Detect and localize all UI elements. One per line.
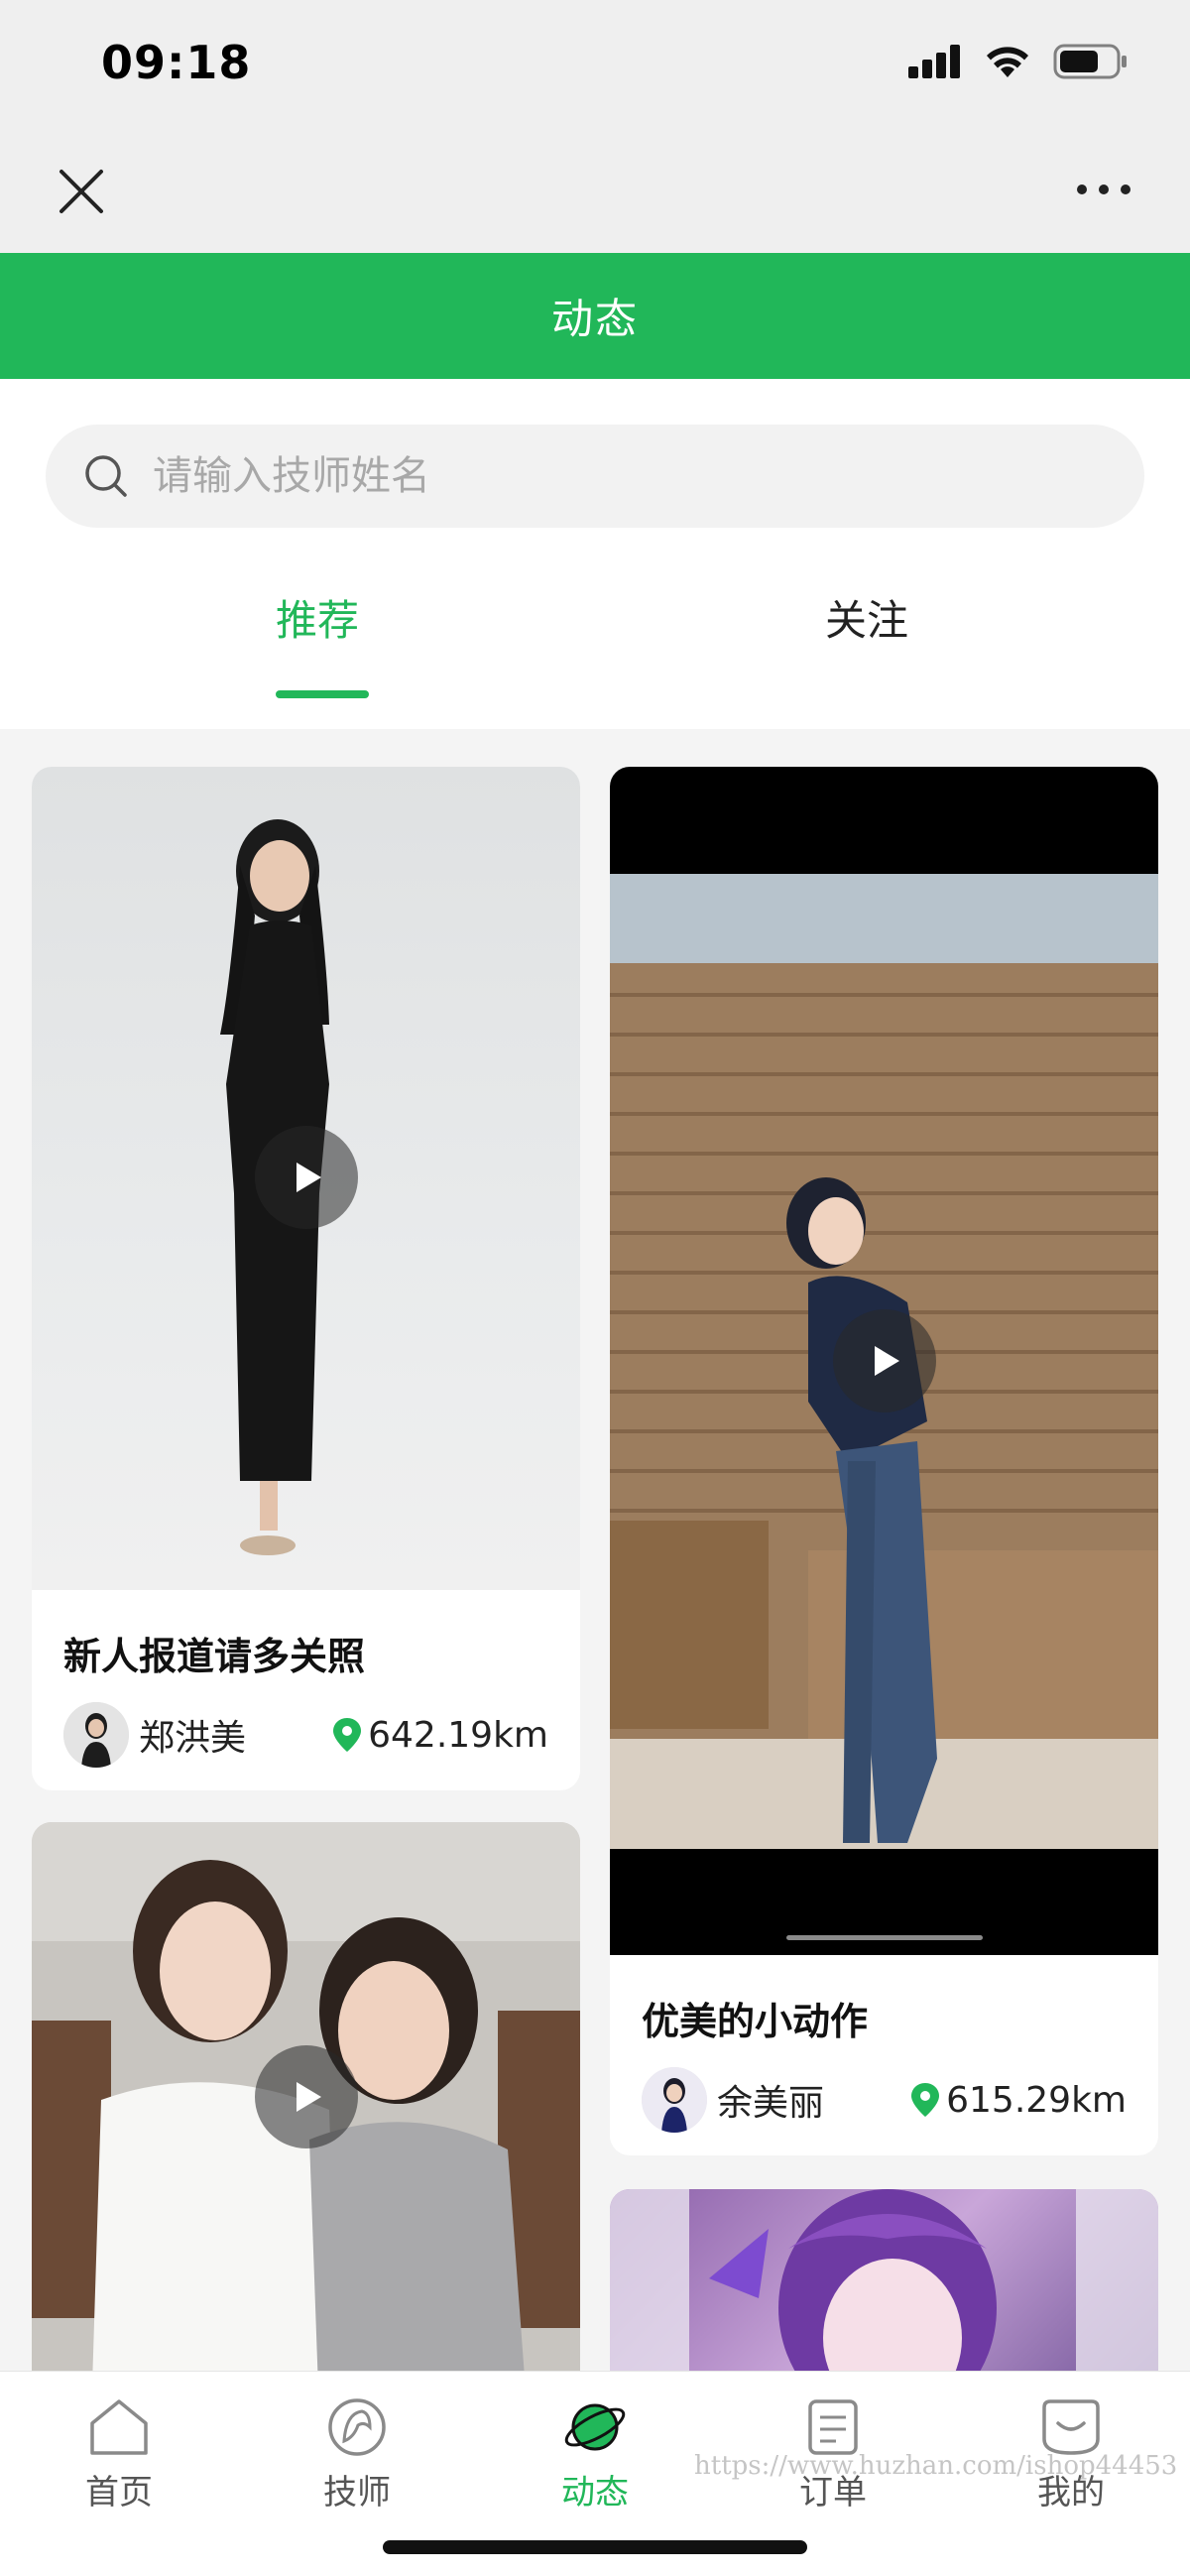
play-icon (297, 1163, 321, 1192)
post-title: 新人报道请多关照 (63, 1635, 366, 1678)
watermark: https://www.huzhan.com/ishop44453 (694, 2451, 1178, 2481)
feed-tabs: 推荐 关注 (0, 587, 1190, 696)
avatar (642, 2067, 707, 2133)
post-meta: 郑洪美 642.19km (63, 1702, 548, 1768)
post-card[interactable]: 新人报道请多关照 郑洪美 642.19km (32, 767, 580, 1790)
battery-icon (1053, 44, 1127, 79)
tab-following[interactable]: 关注 (825, 587, 908, 648)
post-card[interactable] (610, 2189, 1158, 2371)
post-card[interactable]: 优美的小动作 余美丽 615.29km (610, 767, 1158, 2155)
location-pin-icon (333, 1718, 362, 1752)
nav-item-moments[interactable]: 动态 (516, 2397, 674, 2514)
search-section: 推荐 关注 (0, 379, 1190, 729)
author-name: 余美丽 (717, 2083, 825, 2124)
play-button[interactable] (833, 1309, 936, 1412)
home-indicator[interactable] (383, 2540, 807, 2554)
mini-program-nav-bar (0, 129, 1190, 253)
technician-icon (328, 2398, 386, 2456)
post-distance: 642.19km (332, 1715, 548, 1756)
post-author[interactable]: 余美丽 (642, 2067, 824, 2133)
planet-icon (564, 2403, 626, 2451)
search-icon (85, 455, 127, 497)
post-author[interactable]: 郑洪美 (63, 1702, 246, 1768)
location-pin-icon (911, 2083, 940, 2117)
nav-item-technician[interactable]: 技师 (278, 2397, 436, 2514)
play-icon (297, 2082, 321, 2112)
cellular-signal-icon (908, 45, 960, 78)
play-icon (875, 1346, 899, 1376)
page-title: 动态 (550, 295, 639, 343)
profile-icon (1042, 2399, 1100, 2455)
nav-label: 技师 (323, 2473, 391, 2513)
post-card[interactable] (32, 1822, 580, 2371)
bottom-tab-bar: 首页 技师 动态 订单 我的 https://www.huzhan.com/is… (0, 2371, 1190, 2576)
play-button[interactable] (255, 1126, 358, 1229)
post-video-thumbnail[interactable] (32, 767, 580, 1590)
status-bar: 09:18 (0, 0, 1190, 129)
order-icon (808, 2399, 858, 2455)
post-title: 优美的小动作 (642, 2000, 869, 2043)
post-image[interactable] (610, 2189, 1158, 2371)
author-name: 郑洪美 (139, 1718, 247, 1759)
wifi-icon (987, 47, 1028, 77)
nav-item-home[interactable]: 首页 (40, 2397, 198, 2514)
play-button[interactable] (255, 2045, 358, 2148)
search-input[interactable] (153, 453, 1045, 499)
close-button[interactable] (52, 162, 111, 221)
distance-value: 615.29km (946, 2079, 1127, 2121)
post-feed: 新人报道请多关照 郑洪美 642.19km 优美的小动作 余美丽 615.29k… (0, 729, 1190, 2371)
status-time: 09:18 (101, 36, 252, 89)
more-options-icon[interactable] (1077, 184, 1130, 194)
search-box[interactable] (46, 425, 1144, 528)
page-header: 动态 (0, 253, 1190, 379)
nav-label: 动态 (561, 2473, 629, 2513)
nav-label: 首页 (85, 2473, 153, 2513)
home-icon (90, 2399, 148, 2455)
status-icons (908, 44, 1129, 79)
anime-character-illustration (610, 2189, 1158, 2371)
post-distance: 615.29km (910, 2080, 1127, 2121)
video-progress-bar[interactable] (786, 1935, 983, 1940)
avatar (63, 1702, 129, 1768)
post-video-thumbnail[interactable] (32, 1822, 580, 2371)
distance-value: 642.19km (368, 1714, 548, 1756)
tab-recommended[interactable]: 推荐 (276, 587, 359, 648)
active-tab-indicator (276, 690, 369, 698)
post-meta: 余美丽 615.29km (642, 2067, 1127, 2133)
close-icon (60, 170, 103, 213)
post-video-thumbnail[interactable] (610, 767, 1158, 1955)
